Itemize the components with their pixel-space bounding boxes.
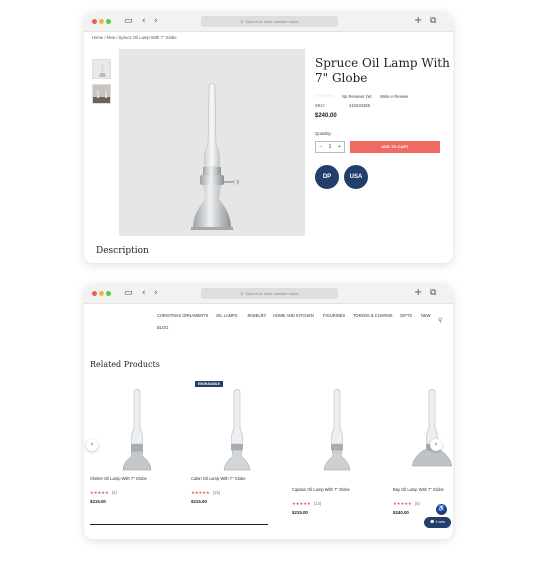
product-name-bay[interactable]: Bay Oil Lamp With 7" Globe: [393, 487, 444, 492]
forward-icon[interactable]: ›: [154, 16, 158, 26]
made-in-usa-badge: USA: [344, 165, 368, 189]
main-product-image[interactable]: [119, 49, 305, 236]
product-price-bay: $240.00: [393, 510, 409, 515]
product-rating-bay: ★★★★★ (6): [393, 501, 420, 506]
forward-icon[interactable]: ›: [154, 288, 158, 298]
product-name-shelter[interactable]: Shelter Oil Lamp With 7" Globe: [90, 476, 147, 481]
product-page-window: ▭ ‹ › ⚲ Search or enter website name + ⧉ …: [84, 12, 453, 263]
carousel-progress-bar: [90, 524, 268, 525]
rating-stars-empty: ☆☆☆☆☆: [315, 93, 334, 98]
nav-blog[interactable]: BLOG: [157, 325, 168, 330]
product-image-cabin-lamp[interactable]: [207, 386, 267, 471]
sku-value: 410233469: [349, 103, 370, 108]
browser-toolbar: ▭ ‹ › ⚲ Search or enter website name + ⧉: [84, 12, 453, 32]
quantity-label: Quantity:: [315, 131, 332, 136]
tabs-icon[interactable]: ⧉: [430, 16, 436, 26]
maximize-window-button[interactable]: [106, 291, 111, 296]
quantity-value[interactable]: 1: [329, 142, 332, 152]
quantity-decrease-button[interactable]: −: [319, 142, 322, 152]
product-price-cabin: $215.00: [191, 499, 207, 504]
address-bar[interactable]: ⚲ Search or enter website name: [201, 288, 338, 299]
product-price-shelter: $215.00: [90, 499, 106, 504]
nav-gifts[interactable]: GIFTS: [400, 313, 412, 318]
back-icon[interactable]: ‹: [142, 288, 146, 298]
chat-icon: 💬: [429, 520, 435, 524]
nav-home-and-kitchen[interactable]: HOME AND KITCHEN: [273, 313, 314, 318]
nav-new[interactable]: NEW: [421, 313, 431, 318]
breadcrumb[interactable]: Home / New / Spruce Oil Lamp With 7" Glo…: [92, 35, 177, 40]
nav-tokens-charms[interactable]: TOKENS & CHARMS: [353, 313, 393, 318]
sidebar-icon[interactable]: ▭: [124, 288, 133, 298]
site-search-icon[interactable]: ⚲: [438, 317, 442, 324]
sku-label: SKU:: [315, 103, 325, 108]
chat-button[interactable]: 💬 1 new: [424, 517, 451, 528]
back-icon[interactable]: ‹: [142, 16, 146, 26]
product-name-cabin[interactable]: Cabin Oil Lamp With 7" Globe: [191, 476, 245, 481]
sidebar-icon[interactable]: ▭: [124, 16, 133, 26]
new-tab-icon[interactable]: +: [414, 16, 422, 26]
close-window-button[interactable]: [92, 291, 97, 296]
product-thumbnail-2[interactable]: [92, 84, 111, 104]
carousel-next-button[interactable]: ›: [430, 439, 442, 451]
dp-badge: DP: [315, 165, 339, 189]
product-name-captain[interactable]: Captain Oil Lamp With 7" Globe: [292, 487, 350, 492]
description-heading: Description: [96, 246, 149, 256]
carousel-prev-button[interactable]: ‹: [86, 439, 98, 451]
product-rating-captain: ★★★★★ (13): [292, 501, 322, 506]
close-window-button[interactable]: [92, 19, 97, 24]
product-image-captain-lamp[interactable]: [307, 386, 367, 471]
add-to-cart-button[interactable]: ADD TO CART: [350, 141, 440, 153]
maximize-window-button[interactable]: [106, 19, 111, 24]
product-image-shelter-lamp[interactable]: [107, 386, 167, 471]
quantity-increase-button[interactable]: +: [338, 142, 341, 152]
write-review-link[interactable]: Write A Review: [380, 94, 408, 99]
related-products-heading: Related Products: [90, 360, 160, 369]
search-icon: ⚲: [240, 291, 244, 296]
product-image-bay-lamp[interactable]: [402, 386, 452, 471]
nav-christmas-ornaments[interactable]: CHRISTMAS ORNAMENTS: [157, 313, 208, 318]
new-tab-icon[interactable]: +: [414, 288, 422, 298]
minimize-window-button[interactable]: [99, 291, 104, 296]
oil-lamp-image: [119, 49, 305, 236]
reviews-count: No Reviews Yet: [342, 94, 372, 99]
product-price-captain: $215.00: [292, 510, 308, 515]
nav-oil-lamps[interactable]: OIL LAMPS: [216, 313, 237, 318]
accessibility-icon[interactable]: ♿: [436, 504, 447, 515]
product-rating-shelter: ★★★★★ (6): [90, 490, 117, 495]
product-thumbnail-1[interactable]: [92, 59, 111, 79]
product-title: Spruce Oil Lamp With 7" Globe: [315, 56, 450, 85]
address-bar[interactable]: ⚲ Search or enter website name: [201, 16, 338, 27]
product-price: $240.00: [315, 113, 337, 119]
nav-figurines[interactable]: FIGURINES: [323, 313, 345, 318]
listing-page-window: ▭ ‹ › ⚲ Search or enter website name + ⧉ …: [84, 284, 453, 539]
scene-thumbnail-image: [93, 85, 110, 103]
tabs-icon[interactable]: ⧉: [430, 288, 436, 298]
browser-toolbar: ▭ ‹ › ⚲ Search or enter website name + ⧉: [84, 284, 453, 304]
minimize-window-button[interactable]: [99, 19, 104, 24]
search-icon: ⚲: [240, 19, 244, 24]
nav-jewelry[interactable]: JEWELRY: [247, 313, 266, 318]
product-rating-cabin: ★★★★★ (15): [191, 490, 221, 495]
lamp-thumbnail-image: [93, 60, 110, 78]
quantity-stepper[interactable]: − 1 +: [315, 141, 345, 153]
